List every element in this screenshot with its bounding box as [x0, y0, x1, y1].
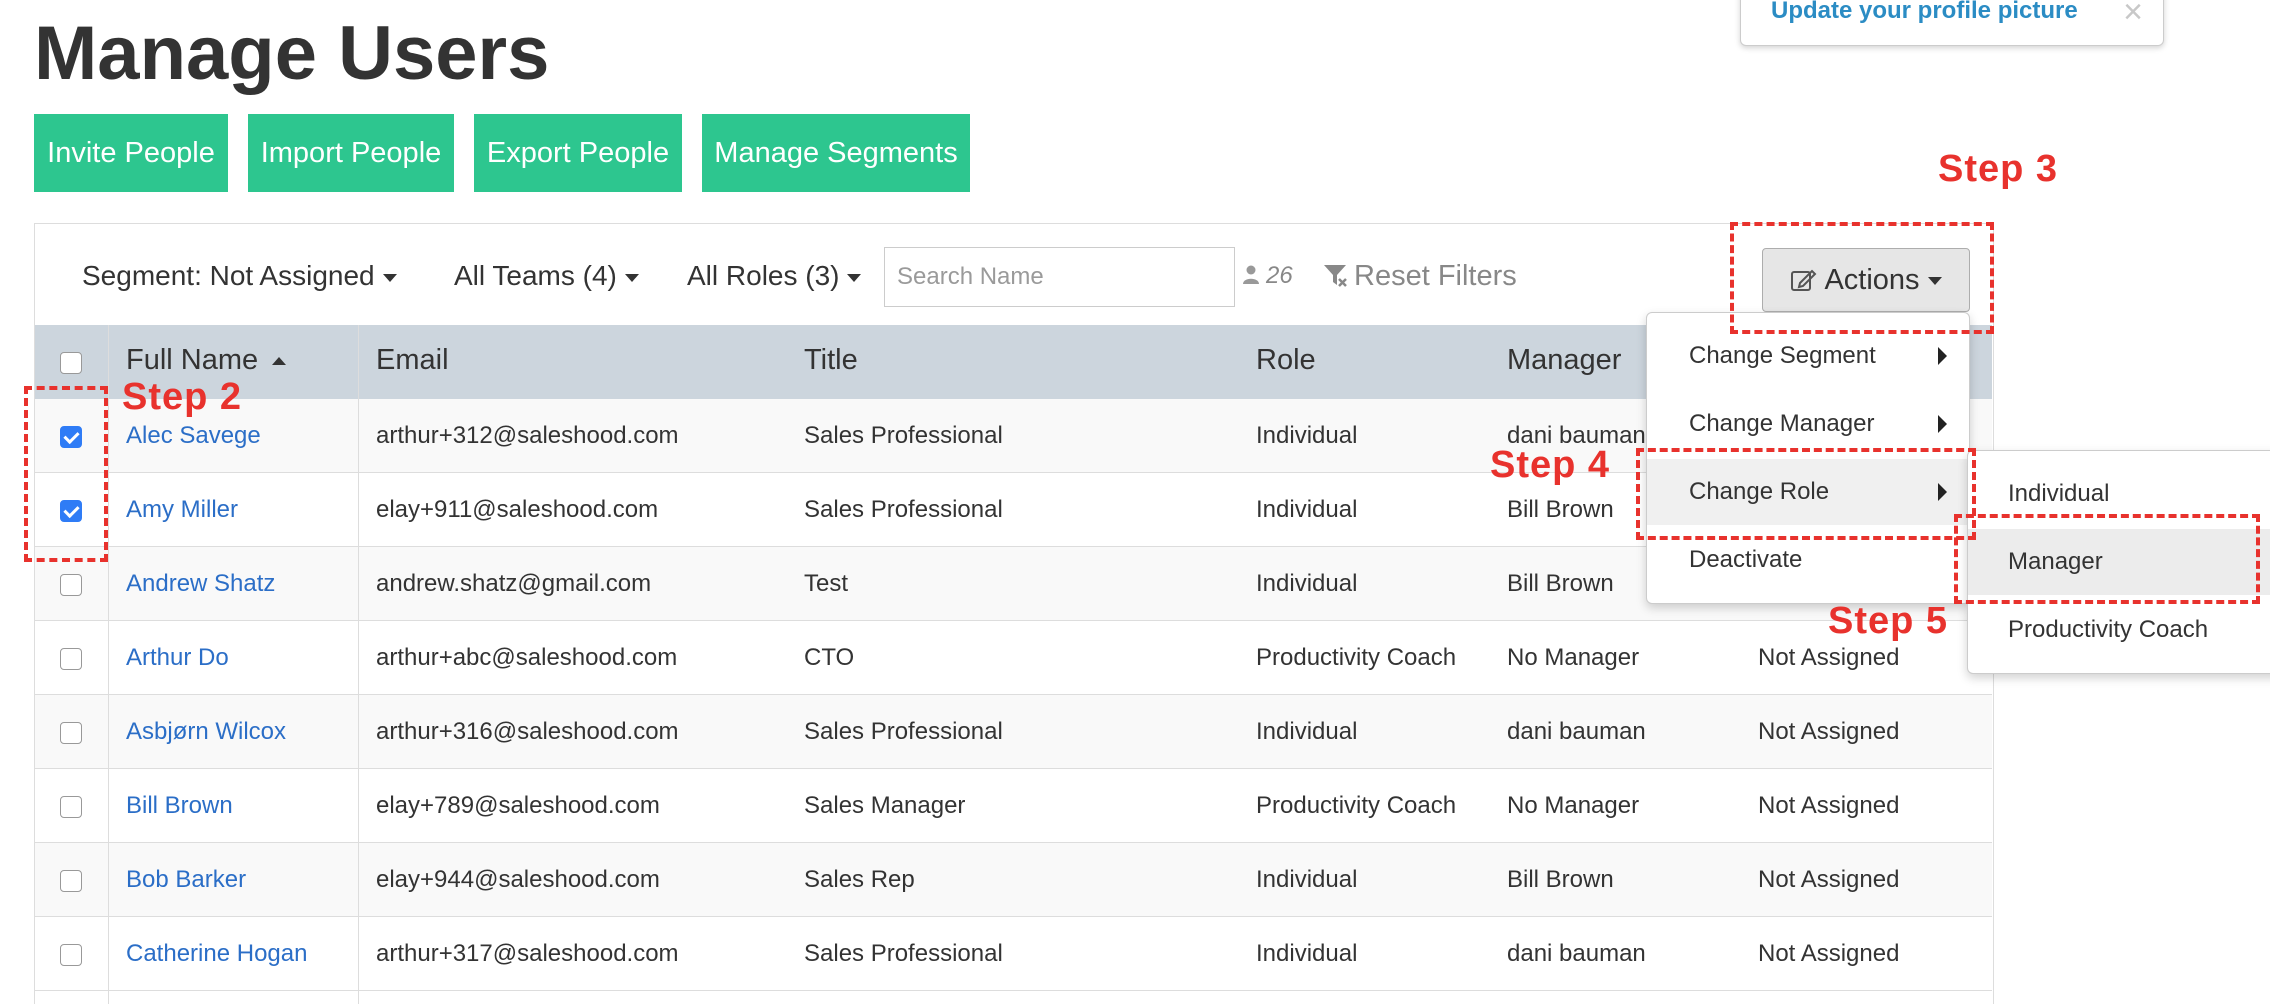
user-email: arthur+abc@saleshood.com — [376, 644, 678, 671]
user-title: Sales Professional — [804, 422, 1003, 449]
user-name-link[interactable]: Alec Savege — [126, 421, 261, 451]
user-manager: No Manager — [1507, 644, 1640, 671]
user-email: arthur+317@saleshood.com — [376, 940, 679, 967]
column-divider — [108, 325, 109, 1004]
user-email: andrew.shatz@gmail.com — [376, 570, 652, 597]
user-email: elay+911@saleshood.com — [376, 496, 659, 523]
user-title: Sales Rep — [804, 866, 915, 893]
user-name-link[interactable]: Arthur Do — [126, 643, 229, 673]
user-title: Sales Professional — [804, 496, 1003, 523]
caret-down-icon — [847, 273, 862, 282]
user-role: Productivity Coach — [1256, 792, 1457, 819]
table-row[interactable] — [35, 917, 1992, 991]
user-title: Test — [804, 570, 849, 597]
user-segment: Not Assigned — [1758, 940, 1900, 967]
column-divider — [358, 325, 359, 1004]
table-row[interactable] — [35, 621, 1992, 695]
step-5-highlight — [1954, 514, 2260, 604]
row-checkbox[interactable] — [60, 944, 82, 966]
user-role: Individual — [1256, 940, 1358, 967]
row-checkbox[interactable] — [60, 870, 82, 892]
column-header-title[interactable]: Title — [804, 344, 858, 377]
step-3-label: Step 3 — [1938, 148, 2059, 190]
caret-down-icon — [624, 273, 639, 282]
page-title: Manage Users — [34, 11, 550, 96]
teams-filter-label: All Teams (4) — [454, 260, 617, 291]
select-all-checkbox[interactable] — [60, 352, 82, 374]
sort-ascending-icon — [272, 357, 287, 366]
table-row[interactable] — [35, 769, 1992, 843]
user-title: CTO — [804, 644, 855, 671]
caret-down-icon — [382, 273, 397, 282]
user-manager: No Manager — [1507, 792, 1640, 819]
user-name-link[interactable]: Amy Miller — [126, 495, 238, 525]
user-icon — [1243, 265, 1259, 284]
roles-filter-label: All Roles (3) — [687, 260, 840, 291]
user-name-link[interactable]: Andrew Shatz — [126, 569, 275, 599]
import-people-button[interactable]: Import People — [248, 114, 454, 192]
step-4-highlight — [1636, 448, 1976, 540]
user-segment: Not Assigned — [1758, 792, 1900, 819]
filter-clear-icon — [1324, 265, 1347, 287]
step-3-highlight — [1730, 222, 1994, 334]
user-manager: Bill Brown — [1507, 570, 1614, 597]
reset-filters-button[interactable]: Reset Filters — [1322, 260, 1517, 293]
column-header-manager[interactable]: Manager — [1507, 344, 1621, 377]
user-manager: Bill Brown — [1507, 866, 1614, 893]
chevron-right-icon — [1938, 347, 1947, 365]
step-2-highlight — [24, 386, 108, 562]
row-checkbox[interactable] — [60, 574, 82, 596]
row-checkbox[interactable] — [60, 796, 82, 818]
user-name-link[interactable]: Bill Brown — [126, 791, 233, 821]
user-role: Individual — [1256, 866, 1358, 893]
step-2-label: Step 2 — [122, 376, 243, 418]
table-row[interactable] — [35, 695, 1992, 769]
manage-segments-button[interactable]: Manage Segments — [702, 114, 970, 192]
user-name-link[interactable]: Catherine Hogan — [126, 939, 307, 969]
user-name-link[interactable]: Asbjørn Wilcox — [126, 717, 286, 747]
profile-notification: Update your profile picture × — [1740, 0, 2164, 46]
user-segment: Not Assigned — [1758, 718, 1900, 745]
user-role: Productivity Coach — [1256, 644, 1457, 671]
reset-filters-label: Reset Filters — [1354, 260, 1517, 292]
column-header-full-name[interactable]: Full Name — [126, 344, 287, 377]
user-title: Sales Professional — [804, 940, 1003, 967]
user-email: arthur+316@saleshood.com — [376, 718, 679, 745]
column-header-email[interactable]: Email — [376, 344, 449, 377]
user-email: elay+789@saleshood.com — [376, 792, 660, 819]
roles-filter-dropdown[interactable]: All Roles (3) — [687, 258, 862, 294]
user-role: Individual — [1256, 718, 1358, 745]
update-profile-picture-link[interactable]: Update your profile picture — [1771, 0, 2078, 25]
user-manager: dani bauman — [1507, 718, 1646, 745]
table-row[interactable] — [35, 843, 1992, 917]
close-icon[interactable]: × — [2123, 0, 2143, 29]
user-manager: dani bauman — [1507, 940, 1646, 967]
user-count: 26 — [1242, 262, 1293, 290]
user-title: Sales Professional — [804, 718, 1003, 745]
row-checkbox[interactable] — [60, 722, 82, 744]
user-role: Individual — [1256, 496, 1358, 523]
invite-people-button[interactable]: Invite People — [34, 114, 228, 192]
search-name-input[interactable] — [884, 247, 1235, 307]
row-checkbox[interactable] — [60, 648, 82, 670]
chevron-right-icon — [1938, 415, 1947, 433]
segment-filter-label: Segment: Not Assigned — [82, 260, 375, 291]
user-name-link[interactable]: Bob Barker — [126, 865, 246, 895]
user-manager: Bill Brown — [1507, 496, 1614, 523]
export-people-button[interactable]: Export People — [474, 114, 682, 192]
user-title: Sales Manager — [804, 792, 966, 819]
user-count-value: 26 — [1266, 262, 1293, 289]
teams-filter-dropdown[interactable]: All Teams (4) — [454, 258, 639, 294]
step-4-label: Step 4 — [1490, 444, 1611, 486]
step-5-label: Step 5 — [1828, 600, 1949, 642]
user-segment: Not Assigned — [1758, 644, 1900, 671]
submenu-item-productivity-coach[interactable]: Productivity Coach — [1968, 597, 2270, 663]
segment-filter-dropdown[interactable]: Segment: Not Assigned — [82, 258, 397, 294]
user-role: Individual — [1256, 570, 1358, 597]
column-header-role[interactable]: Role — [1256, 344, 1316, 377]
user-segment: Not Assigned — [1758, 866, 1900, 893]
user-email: elay+944@saleshood.com — [376, 866, 660, 893]
user-email: arthur+312@saleshood.com — [376, 422, 679, 449]
user-role: Individual — [1256, 422, 1358, 449]
